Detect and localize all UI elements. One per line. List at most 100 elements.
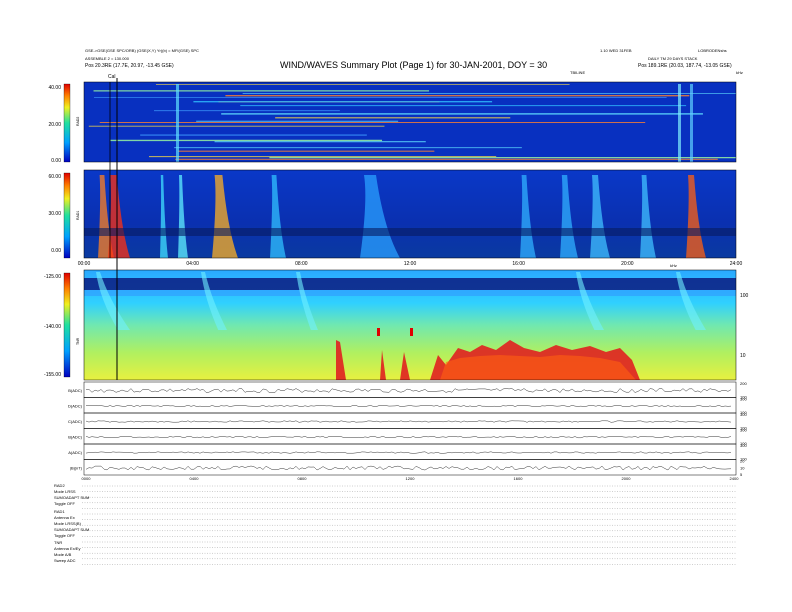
line-panel-right-tick: 300 <box>740 443 747 448</box>
tnr-footer-row: Antenna Ex/Ey <box>54 546 80 551</box>
rad1-panel: RAD1 60.00 30.00 0.00 00:00 04:00 08:00 12:… <box>48 169 743 267</box>
line-panel-frame <box>83 459 737 476</box>
param-key: Antenna <box>54 546 69 551</box>
line-xtick: 1200 <box>406 476 416 481</box>
line-xtick: 2400 <box>730 476 740 481</box>
line-xtick: 0800 <box>298 476 308 481</box>
rad1-xtick: 08:00 <box>295 261 308 267</box>
line-panel-label: D(ADC) <box>68 403 83 408</box>
rad1-colorbar <box>63 172 71 259</box>
tnr-ytick: -155.00 <box>44 372 61 378</box>
tnr-right-tick: 100 <box>740 293 749 299</box>
line-panel-label: C(ADC) <box>68 419 83 424</box>
tnr-ytick: -125.00 <box>44 274 61 280</box>
param-key: Mode <box>54 521 65 526</box>
line-panel-right-tick: 300 <box>740 397 747 402</box>
rad2-panel: RAD2 40.00 20.00 0.00 Cal <box>48 74 737 164</box>
param-key: Antenna <box>54 515 69 520</box>
rad1-xtick: 16:00 <box>512 261 525 267</box>
rad1-xtick: 24:00 <box>730 261 743 267</box>
param-value: SUM <box>80 495 90 500</box>
tnr-light-band <box>84 290 736 296</box>
param-key: Mode <box>54 552 65 557</box>
cal-label: Cal <box>108 74 116 80</box>
line-panel-right-tick: 20 <box>740 459 745 464</box>
tnr-spike <box>410 328 413 336</box>
param-key: Sweep <box>54 558 67 563</box>
tnr-panel: TNR -125.00 -140.00 -155.00 100 10 kHz <box>44 263 749 381</box>
line-panel-frame <box>83 428 737 445</box>
line-xtick: 0400 <box>190 476 200 481</box>
rad1-xtick: 04:00 <box>186 261 199 267</box>
rad1-footer-row: Toggle OFF <box>54 533 75 538</box>
tnr-footer-row: Mode A/B <box>54 552 71 557</box>
line-panel-frame <box>83 397 737 414</box>
tnr-spike <box>377 328 380 336</box>
param-value: OFF <box>66 501 75 506</box>
line-panel-right-tick: 300 <box>740 412 747 417</box>
rad2-colorbar <box>63 83 71 163</box>
rad1-xtick: 00:00 <box>78 261 91 267</box>
line-panels: B(ADC)200100D(ADC)300100C(ADC)300100B(AD… <box>68 381 747 477</box>
param-value: Ex <box>70 515 75 520</box>
rad2-burst <box>678 84 681 162</box>
param-value: Ex/Ey <box>70 546 81 551</box>
param-key: Toggle <box>54 533 66 538</box>
rad1-ytick: 0.00 <box>51 248 61 254</box>
rad1-xtick: 12:00 <box>404 261 417 267</box>
line-panel-series <box>85 451 732 454</box>
line-panel-series <box>85 436 732 439</box>
line-panel-right-tick: 5 <box>740 472 743 477</box>
param-value: A/B <box>64 552 72 557</box>
rad1-footer-row: SUMOADAPT SUM <box>54 527 89 532</box>
summary-plot: RAD2 40.00 20.00 0.00 Cal RAD1 60.00 30.… <box>44 74 749 565</box>
line-panel-label: |B|(nT) <box>70 465 83 470</box>
line-panel-series <box>85 405 732 408</box>
line-panel-right-tick: 200 <box>740 381 747 386</box>
line-panel-label: B(ADC) <box>68 388 82 393</box>
rad1-xtick: 20:00 <box>621 261 634 267</box>
rad1-ylabel: RAD1 <box>76 211 80 220</box>
rad1-ytick: 30.00 <box>48 211 61 217</box>
param-key: Mode <box>54 489 65 494</box>
param-value: SUM <box>80 527 90 532</box>
rad2-burst <box>690 84 693 162</box>
param-value: OFF <box>66 533 75 538</box>
footer-lines <box>82 485 736 565</box>
line-xtick: 1600 <box>514 476 524 481</box>
rad2-ylabel: RAD2 <box>76 117 80 126</box>
rad2-footer-row: Toggle OFF <box>54 501 75 506</box>
line-panel-label: A(ADC) <box>68 450 82 455</box>
line-panel-series <box>85 420 732 423</box>
rad1-dark-band <box>84 228 736 236</box>
tnr-ylabel: TNR <box>76 337 80 345</box>
param-value: ADC <box>67 558 76 563</box>
rad2-ytick: 0.00 <box>51 158 61 164</box>
rad1-footer-title: RAD1 <box>54 509 65 514</box>
param-key: SUMOADAPT <box>54 527 80 532</box>
tnr-footer-row: Sweep ADC <box>54 558 76 563</box>
rad2-ytick: 40.00 <box>48 85 61 91</box>
rad2-footer-row: Mode LRSS <box>54 489 76 494</box>
param-key: Toggle <box>54 501 66 506</box>
rad2-footer-row: SUMOADAPT SUM <box>54 495 89 500</box>
line-panel-series <box>85 388 732 393</box>
rad1-footer-row: Antenna Ex <box>54 515 75 520</box>
param-value: LRSS(B) <box>65 521 81 526</box>
param-key: SUMOADAPT <box>54 495 80 500</box>
tnr-right-tick: 10 <box>740 353 746 359</box>
line-panel-series <box>85 465 732 471</box>
tnr-colorbar <box>63 272 71 378</box>
param-value: LRSS <box>65 489 76 494</box>
line-panel-right-tick: 10 <box>740 465 745 470</box>
line-panel-label: B(ADC) <box>68 434 82 439</box>
rad2-burst <box>176 84 179 162</box>
line-xtick: 0000 <box>82 476 92 481</box>
tnr-right-label: kHz <box>670 263 677 268</box>
rad2-ytick: 20.00 <box>48 122 61 128</box>
rad1-footer-row: Mode LRSS(B) <box>54 521 81 526</box>
rad1-ytick: 60.00 <box>48 174 61 180</box>
tnr-footer-title: TNR <box>54 540 63 545</box>
rad2-footer-title: RAD2 <box>54 483 65 488</box>
tnr-dark-band <box>84 278 736 290</box>
